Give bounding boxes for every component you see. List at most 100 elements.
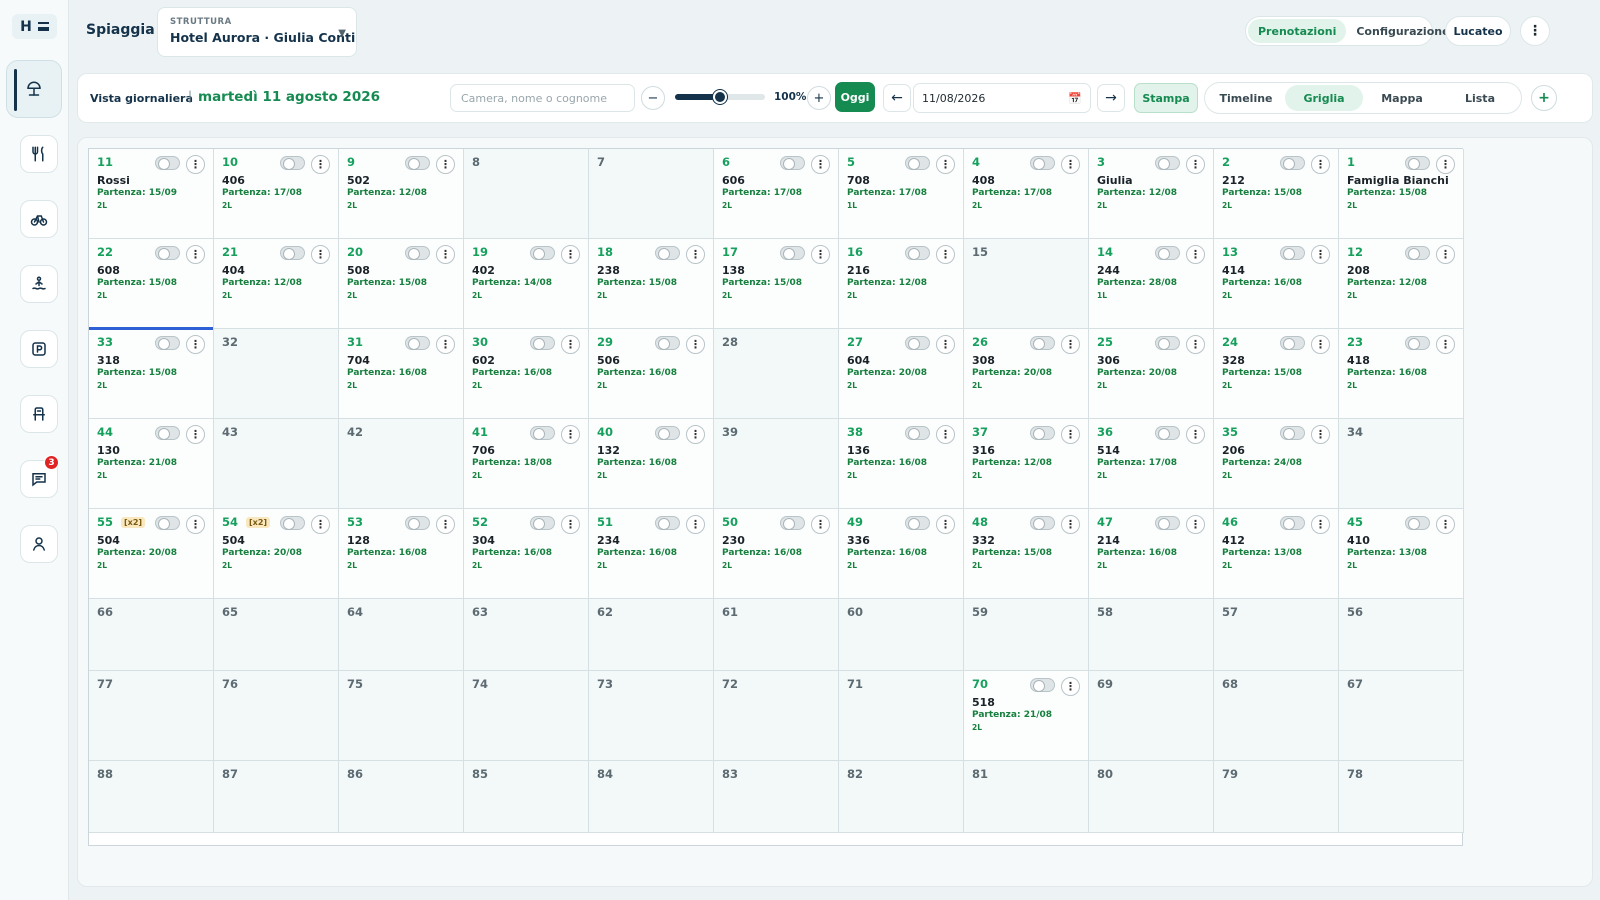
cell-menu-button[interactable]: ⋮ [311,155,330,174]
cell-menu-button[interactable]: ⋮ [1311,245,1330,264]
umbrella-cell[interactable]: 43 [214,419,339,509]
umbrella-cell[interactable]: 52 ⋮ 304 Partenza: 16/08 2L [464,509,589,599]
cell-menu-button[interactable]: ⋮ [186,245,205,264]
umbrella-cell[interactable]: 7 [589,149,714,239]
cell-menu-button[interactable]: ⋮ [186,425,205,444]
checkin-toggle[interactable] [405,246,430,260]
cell-menu-button[interactable]: ⋮ [936,245,955,264]
umbrella-cell[interactable]: 78 [1339,761,1464,833]
cell-menu-button[interactable]: ⋮ [1186,425,1205,444]
umbrella-cell[interactable]: 62 [589,599,714,671]
prev-day-button[interactable]: ← [883,84,911,112]
umbrella-cell[interactable]: 59 [964,599,1089,671]
zoom-slider[interactable] [675,90,765,104]
umbrella-cell[interactable]: 74 [464,671,589,761]
checkin-toggle[interactable] [655,426,680,440]
umbrella-cell[interactable]: 69 [1089,671,1214,761]
umbrella-cell[interactable]: 13 ⋮ 414 Partenza: 16/08 2L [1214,239,1339,329]
umbrella-cell[interactable]: 42 [339,419,464,509]
cell-menu-button[interactable]: ⋮ [811,515,830,534]
umbrella-cell[interactable]: 20 ⋮ 508 Partenza: 15/08 2L [339,239,464,329]
checkin-toggle[interactable] [780,516,805,530]
cell-menu-button[interactable]: ⋮ [1311,515,1330,534]
umbrella-cell[interactable]: 70 ⋮ 518 Partenza: 21/08 2L [964,671,1089,761]
umbrella-cell[interactable]: 85 [464,761,589,833]
umbrella-cell[interactable]: 55 [x2] ⋮ 504 Partenza: 20/08 2L [89,509,214,599]
cell-menu-button[interactable]: ⋮ [811,155,830,174]
checkin-toggle[interactable] [1280,516,1305,530]
cell-menu-button[interactable]: ⋮ [436,515,455,534]
umbrella-cell[interactable]: 30 ⋮ 602 Partenza: 16/08 2L [464,329,589,419]
checkin-toggle[interactable] [530,426,555,440]
sidebar-item-bici[interactable] [20,200,58,238]
checkin-toggle[interactable] [905,426,930,440]
umbrella-cell[interactable]: 38 ⋮ 136 Partenza: 16/08 2L [839,419,964,509]
cell-menu-button[interactable]: ⋮ [936,425,955,444]
umbrella-cell[interactable]: 28 [714,329,839,419]
cell-menu-button[interactable]: ⋮ [1436,515,1455,534]
checkin-toggle[interactable] [155,516,180,530]
cell-menu-button[interactable]: ⋮ [1061,155,1080,174]
checkin-toggle[interactable] [905,336,930,350]
umbrella-cell[interactable]: 8 [464,149,589,239]
checkin-toggle[interactable] [1155,516,1180,530]
cell-menu-button[interactable]: ⋮ [561,335,580,354]
umbrella-cell[interactable]: 82 [839,761,964,833]
zoom-slider-handle[interactable] [713,90,727,104]
checkin-toggle[interactable] [1405,246,1430,260]
checkin-toggle[interactable] [405,156,430,170]
cell-menu-button[interactable]: ⋮ [1061,677,1080,696]
cell-menu-button[interactable]: ⋮ [1436,155,1455,174]
umbrella-cell[interactable]: 53 ⋮ 128 Partenza: 16/08 2L [339,509,464,599]
view-timeline[interactable]: Timeline [1207,85,1285,111]
cell-menu-button[interactable]: ⋮ [1436,245,1455,264]
umbrella-cell[interactable]: 48 ⋮ 332 Partenza: 15/08 2L [964,509,1089,599]
date-field[interactable]: 11/08/2026 📅 [913,83,1091,113]
zoom-out-button[interactable]: − [641,86,665,110]
checkin-toggle[interactable] [280,516,305,530]
checkin-toggle[interactable] [530,246,555,260]
cell-menu-button[interactable]: ⋮ [436,155,455,174]
cell-menu-button[interactable]: ⋮ [561,515,580,534]
umbrella-cell[interactable]: 5 ⋮ 708 Partenza: 17/08 1L [839,149,964,239]
cell-menu-button[interactable]: ⋮ [561,425,580,444]
cell-menu-button[interactable]: ⋮ [1186,245,1205,264]
checkin-toggle[interactable] [655,516,680,530]
umbrella-cell[interactable]: 24 ⋮ 328 Partenza: 15/08 2L [1214,329,1339,419]
umbrella-cell[interactable]: 10 ⋮ 406 Partenza: 17/08 2L [214,149,339,239]
checkin-toggle[interactable] [905,246,930,260]
checkin-toggle[interactable] [1280,156,1305,170]
checkin-toggle[interactable] [1030,426,1055,440]
umbrella-cell[interactable]: 25 ⋮ 306 Partenza: 20/08 2L [1089,329,1214,419]
cell-menu-button[interactable]: ⋮ [1311,155,1330,174]
umbrella-cell[interactable]: 2 ⋮ 212 Partenza: 15/08 2L [1214,149,1339,239]
umbrella-cell[interactable]: 72 [714,671,839,761]
umbrella-cell[interactable]: 54 [x2] ⋮ 504 Partenza: 20/08 2L [214,509,339,599]
view-lista[interactable]: Lista [1441,85,1519,111]
umbrella-cell[interactable]: 3 ⋮ Giulia Partenza: 12/08 2L [1089,149,1214,239]
umbrella-cell[interactable]: 63 [464,599,589,671]
cell-menu-button[interactable]: ⋮ [936,335,955,354]
print-button[interactable]: Stampa [1134,83,1198,113]
add-button[interactable]: + [1531,85,1557,111]
umbrella-cell[interactable]: 68 [1214,671,1339,761]
umbrella-cell[interactable]: 86 [339,761,464,833]
checkin-toggle[interactable] [280,246,305,260]
umbrella-cell[interactable]: 67 [1339,671,1464,761]
checkin-toggle[interactable] [1030,678,1055,692]
umbrella-cell[interactable]: 23 ⋮ 418 Partenza: 16/08 2L [1339,329,1464,419]
checkin-toggle[interactable] [1030,516,1055,530]
umbrella-cell[interactable]: 4 ⋮ 408 Partenza: 17/08 2L [964,149,1089,239]
checkin-toggle[interactable] [155,246,180,260]
more-options-button[interactable]: ⋮ [1520,16,1550,46]
cell-menu-button[interactable]: ⋮ [1311,335,1330,354]
umbrella-cell[interactable]: 29 ⋮ 506 Partenza: 16/08 2L [589,329,714,419]
checkin-toggle[interactable] [280,156,305,170]
umbrella-cell[interactable]: 33 ⋮ 318 Partenza: 15/08 2L [89,327,214,419]
umbrella-cell[interactable]: 46 ⋮ 412 Partenza: 13/08 2L [1214,509,1339,599]
view-griglia[interactable]: Griglia [1285,85,1363,111]
checkin-toggle[interactable] [1280,246,1305,260]
umbrella-cell[interactable]: 17 ⋮ 138 Partenza: 15/08 2L [714,239,839,329]
umbrella-cell[interactable]: 80 [1089,761,1214,833]
umbrella-cell[interactable]: 31 ⋮ 704 Partenza: 16/08 2L [339,329,464,419]
